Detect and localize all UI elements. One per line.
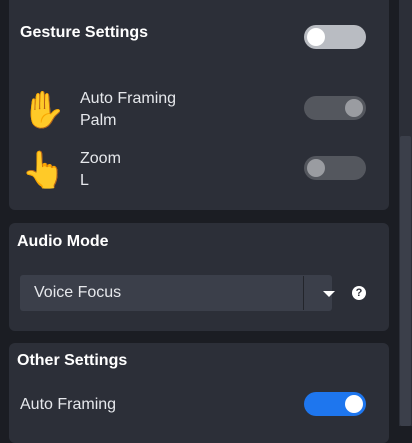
pointing-finger-icon: 👆 <box>21 149 66 190</box>
auto-framing-toggle[interactable] <box>304 392 366 416</box>
raised-hand-icon: ✋ <box>21 89 66 130</box>
auto-framing-label: Auto Framing <box>20 396 117 413</box>
help-icon[interactable]: ? <box>352 286 366 300</box>
toggle-knob <box>307 159 325 177</box>
gesture-settings-panel: Gesture Settings ✋ Auto Framing Palm 👆 Z… <box>9 0 389 210</box>
gesture-name-label: L <box>80 172 89 189</box>
zoom-l-toggle[interactable] <box>304 156 366 180</box>
gesture-settings-title: Gesture Settings <box>20 24 149 41</box>
gesture-action-label: Zoom <box>80 150 121 167</box>
other-settings-panel: Other Settings Auto Framing <box>9 343 389 443</box>
toggle-knob <box>345 395 363 413</box>
audio-mode-select[interactable]: Voice Focus <box>20 275 335 311</box>
gesture-settings-toggle[interactable] <box>304 25 366 49</box>
audio-mode-selected-value: Voice Focus <box>34 284 122 301</box>
other-settings-title: Other Settings <box>17 352 128 369</box>
gesture-action-label: Auto Framing <box>80 90 177 107</box>
audio-mode-panel: Audio Mode Voice Focus ? <box>9 223 389 331</box>
select-divider <box>303 276 304 310</box>
chevron-down-icon[interactable] <box>323 291 335 297</box>
toggle-knob <box>307 28 325 46</box>
scrollbar-thumb[interactable] <box>400 136 411 426</box>
audio-mode-title: Audio Mode <box>17 233 109 250</box>
toggle-knob <box>345 99 363 117</box>
scrollbar[interactable] <box>399 0 412 426</box>
gesture-name-label: Palm <box>80 112 117 129</box>
auto-framing-palm-toggle[interactable] <box>304 96 366 120</box>
